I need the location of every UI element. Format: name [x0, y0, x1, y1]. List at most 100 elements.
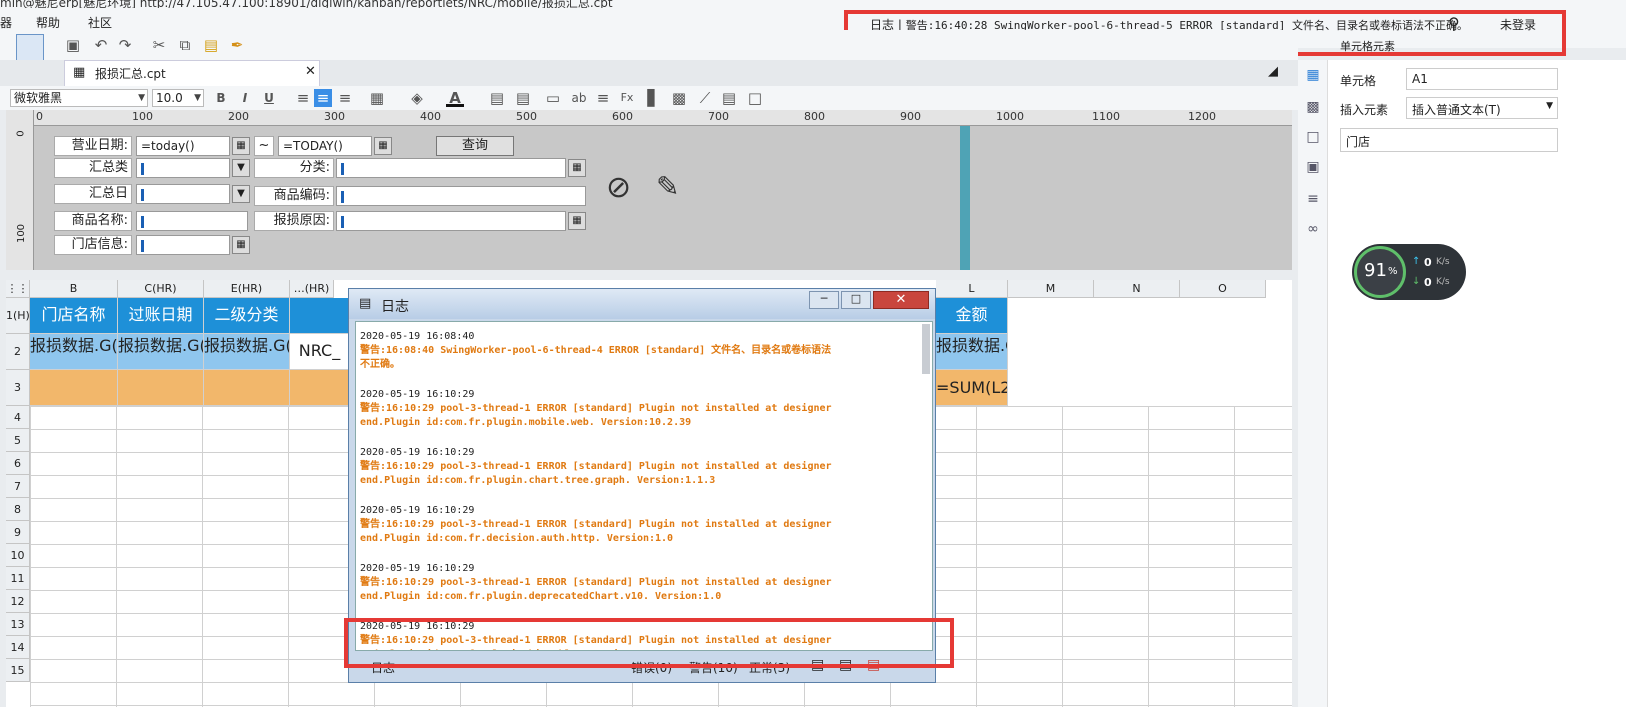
sum-type-select[interactable] [136, 158, 230, 178]
date-to-input[interactable]: =TODAY() [278, 136, 372, 156]
chevron-down-icon[interactable]: ▼ [232, 159, 250, 177]
row-header[interactable]: 10 [6, 544, 30, 567]
redo-icon[interactable]: ↷ [116, 36, 134, 54]
widget-icon[interactable]: ▣ [1304, 158, 1322, 176]
format-painter-icon[interactable]: ✒ [228, 36, 246, 54]
header-cell[interactable]: 金额 [936, 298, 1008, 334]
align-center-icon[interactable]: ≡ [314, 89, 332, 107]
formula-icon[interactable]: Fx [618, 89, 636, 107]
chevron-down-icon[interactable]: ▼ [232, 185, 250, 203]
data-cell[interactable]: 报损数据.G(AMT) [936, 334, 1008, 370]
text-icon[interactable]: ab [570, 89, 588, 107]
column-header[interactable]: L [936, 280, 1008, 298]
row-header[interactable]: 13 [6, 613, 30, 636]
content-field[interactable]: 门店 [1340, 128, 1558, 152]
column-header[interactable]: B [30, 280, 118, 298]
scrollbar[interactable] [922, 324, 930, 374]
column-header[interactable]: N [1094, 280, 1180, 298]
row-header[interactable]: 2 [6, 334, 30, 370]
fill-color-icon[interactable]: ◈ [408, 89, 426, 107]
header-cell[interactable] [290, 298, 350, 334]
sum-row-cell[interactable] [290, 370, 350, 406]
undo-icon[interactable]: ↶ [92, 36, 110, 54]
header-cell[interactable]: 门店名称 [30, 298, 118, 334]
reason-input[interactable] [336, 211, 566, 231]
underline-icon[interactable]: U [260, 89, 278, 107]
tree-select-icon[interactable]: ▦ [568, 212, 586, 230]
grid-corner[interactable]: ⋮⋮ [6, 280, 30, 298]
row-header[interactable]: 5 [6, 429, 30, 452]
slash-icon[interactable]: ⟋ [696, 89, 714, 107]
data-cell[interactable]: 报损数据.G(ORG [30, 334, 118, 370]
menu-item-help[interactable]: 帮助 [36, 14, 60, 31]
frame-icon[interactable]: □ [746, 89, 764, 107]
pencil-icon[interactable]: ✎ [656, 170, 679, 203]
sum-row-cell[interactable] [204, 370, 290, 406]
expand-icon[interactable]: ◢ [1268, 64, 1278, 79]
link-cell-icon[interactable]: ▭ [544, 89, 562, 107]
font-select[interactable]: 微软雅黑 ▼ [10, 89, 148, 107]
unmerge-icon[interactable]: ▤ [514, 89, 532, 107]
maximize-button[interactable]: □ [841, 291, 871, 309]
cut-icon[interactable]: ✂ [150, 36, 168, 54]
sum-row-cell[interactable] [30, 370, 118, 406]
cell-attr-icon[interactable]: ▦ [1304, 66, 1322, 84]
minimize-button[interactable]: ─ [809, 291, 839, 309]
log-dialog-titlebar[interactable]: ▤ 日志 ─ □ ✕ [349, 289, 935, 319]
header-cell[interactable]: 过账日期 [118, 298, 204, 334]
cell-style-icon[interactable]: ▩ [1304, 98, 1322, 116]
row-header[interactable]: 8 [6, 498, 30, 521]
column-header[interactable]: M [1008, 280, 1094, 298]
row-header[interactable]: 7 [6, 475, 30, 498]
align-left-icon[interactable]: ≡ [294, 89, 312, 107]
column-header[interactable]: …(HR) [290, 280, 334, 298]
data-cell[interactable]: 报损数据.G( [118, 334, 204, 370]
row-header[interactable]: 15 [6, 659, 30, 682]
column-header[interactable]: O [1180, 280, 1266, 298]
frame-icon[interactable]: □ [1304, 128, 1322, 146]
tree-select-icon[interactable]: ▦ [232, 236, 250, 254]
copy-icon[interactable]: ⧉ [176, 36, 194, 54]
column-header[interactable]: C(HR) [118, 280, 204, 298]
eye-hidden-icon[interactable]: ⊘ [606, 170, 631, 205]
border-icon[interactable]: ▦ [368, 89, 386, 107]
richtext-icon[interactable]: ≡ [594, 89, 612, 107]
sum-day-select[interactable] [136, 184, 230, 204]
row-header[interactable]: 9 [6, 521, 30, 544]
query-button[interactable]: 查询 [436, 136, 514, 156]
row-header[interactable]: 1(H) [6, 298, 30, 334]
product-name-input[interactable] [136, 211, 248, 231]
calendar-icon[interactable]: ▦ [232, 137, 250, 155]
data-cell[interactable]: NRC_ [290, 334, 350, 370]
cell-field[interactable]: A1 [1406, 68, 1558, 90]
calendar-icon[interactable]: ▦ [374, 137, 392, 155]
data-cell[interactable]: 报损数据.G(SNO [204, 334, 290, 370]
tab-report[interactable]: ▦ 报损汇总.cpt ✕ [64, 60, 320, 86]
stack-icon[interactable]: ≡ [1304, 190, 1322, 208]
log-list[interactable]: 2020-05-19 16:08:40 警告:16:08:40 SwingWork… [355, 321, 933, 651]
date-from-input[interactable]: =today() [136, 136, 230, 156]
text-color-icon[interactable]: A [446, 89, 464, 107]
row-header[interactable]: 3 [6, 370, 30, 406]
align-right-icon[interactable]: ≡ [336, 89, 354, 107]
paste-icon[interactable]: ▤ [202, 36, 220, 54]
bold-icon[interactable]: B [212, 89, 230, 107]
font-size-select[interactable]: 10.0 ▼ [152, 89, 204, 107]
link-icon[interactable]: ∞ [1304, 220, 1322, 238]
header-cell[interactable]: 二级分类 [204, 298, 290, 334]
close-icon[interactable]: ✕ [305, 64, 316, 79]
category-input[interactable] [336, 158, 566, 178]
image-icon[interactable]: ▩ [670, 89, 688, 107]
close-button[interactable]: ✕ [873, 291, 929, 309]
row-header[interactable]: 4 [6, 406, 30, 429]
row-header[interactable]: 14 [6, 636, 30, 659]
row-header[interactable]: 12 [6, 590, 30, 613]
row-header[interactable]: 11 [6, 567, 30, 590]
sum-cell[interactable]: =SUM(L2) [936, 370, 1008, 406]
product-code-input[interactable] [336, 186, 586, 206]
merge-icon[interactable]: ▤ [488, 89, 506, 107]
insert-select[interactable]: 插入普通文本(T) ▼ [1406, 97, 1558, 119]
subreport-icon[interactable]: ▤ [720, 89, 738, 107]
tree-select-icon[interactable]: ▦ [568, 159, 586, 177]
column-header[interactable]: E(HR) [204, 280, 290, 298]
